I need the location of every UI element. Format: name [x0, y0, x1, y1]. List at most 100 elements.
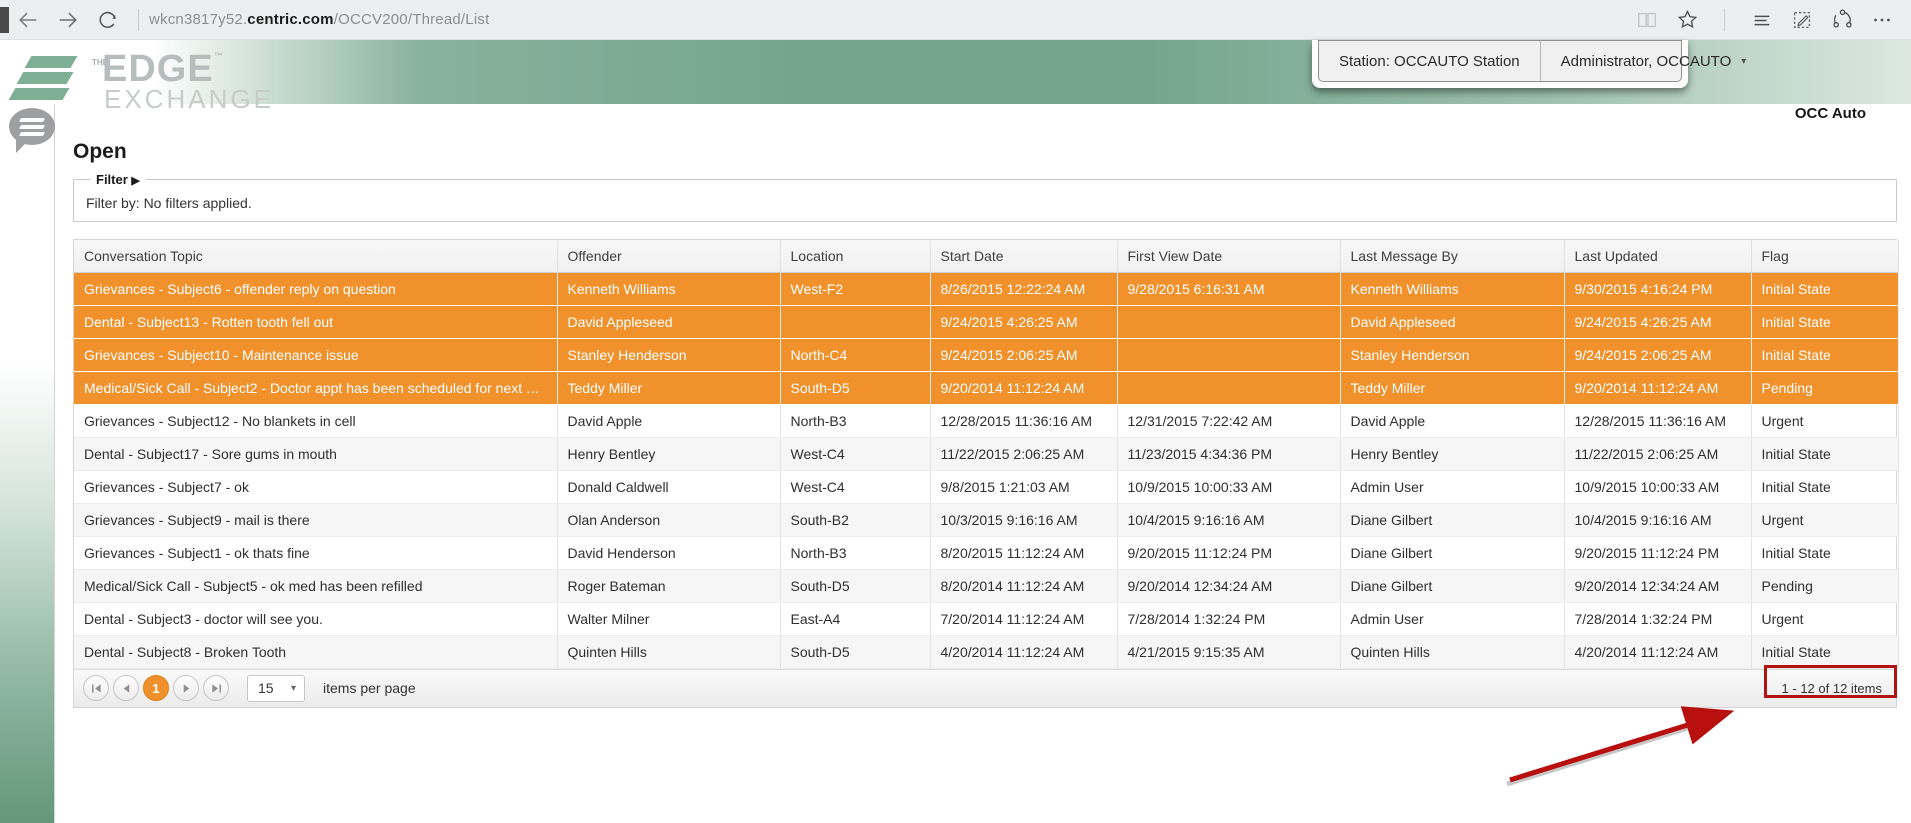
messages-bubble-icon[interactable]: [9, 108, 55, 145]
area-label: OCC Auto: [1795, 105, 1866, 122]
table-row[interactable]: Grievances - Subject7 - okDonald Caldwel…: [74, 470, 1898, 503]
table-row[interactable]: Grievances - Subject10 - Maintenance iss…: [74, 338, 1898, 371]
left-sidebar: [0, 104, 55, 823]
browser-back-button[interactable]: [8, 0, 48, 40]
column-header-first-view-date[interactable]: First View Date: [1117, 240, 1340, 272]
next-page-button[interactable]: [173, 675, 199, 701]
cell: 7/28/2014 1:32:24 PM: [1117, 602, 1340, 635]
cell: Medical/Sick Call - Subject2 - Doctor ap…: [74, 371, 557, 404]
first-page-button[interactable]: [83, 675, 109, 701]
cell: 11/23/2015 4:34:36 PM: [1117, 437, 1340, 470]
cell: Initial State: [1751, 437, 1898, 470]
browser-refresh-button[interactable]: [88, 0, 128, 40]
cell: 10/4/2015 9:16:16 AM: [1564, 503, 1751, 536]
cell: 9/20/2014 11:12:24 AM: [930, 371, 1117, 404]
logo-bars-icon: [10, 56, 74, 104]
table-row[interactable]: Grievances - Subject9 - mail is thereOla…: [74, 503, 1898, 536]
cell: Grievances - Subject7 - ok: [74, 470, 557, 503]
cell: 9/28/2015 6:16:31 AM: [1117, 272, 1340, 305]
cell: Walter Milner: [557, 602, 780, 635]
cell: West-F2: [780, 272, 930, 305]
share-icon[interactable]: [1829, 7, 1855, 33]
cell: Initial State: [1751, 272, 1898, 305]
edge-browser-window: wkcn3817y52.centric.com/OCCV200/Thread/L…: [0, 0, 1911, 823]
cell: 9/20/2015 11:12:24 PM: [1564, 536, 1751, 569]
hub-icon[interactable]: [1749, 7, 1775, 33]
cell: Initial State: [1751, 305, 1898, 338]
cell: Grievances - Subject1 - ok thats fine: [74, 536, 557, 569]
cell: Henry Bentley: [557, 437, 780, 470]
cell: Stanley Henderson: [557, 338, 780, 371]
column-header-last-updated[interactable]: Last Updated: [1564, 240, 1751, 272]
cell: Olan Anderson: [557, 503, 780, 536]
cell: Urgent: [1751, 404, 1898, 437]
table-row[interactable]: Medical/Sick Call - Subject5 - ok med ha…: [74, 569, 1898, 602]
cell: Henry Bentley: [1340, 437, 1564, 470]
cell: Grievances - Subject10 - Maintenance iss…: [74, 338, 557, 371]
cell: 10/3/2015 9:16:16 AM: [930, 503, 1117, 536]
cell: Diane Gilbert: [1340, 503, 1564, 536]
page-size-select[interactable]: 15 ▾: [247, 675, 305, 702]
cell: Teddy Miller: [1340, 371, 1564, 404]
previous-page-button[interactable]: [113, 675, 139, 701]
web-note-icon[interactable]: [1789, 7, 1815, 33]
table-row[interactable]: Dental - Subject17 - Sore gums in mouthH…: [74, 437, 1898, 470]
column-header-flag[interactable]: Flag: [1751, 240, 1898, 272]
cell: 8/20/2014 11:12:24 AM: [930, 569, 1117, 602]
column-header-conversation-topic[interactable]: Conversation Topic: [74, 240, 557, 272]
table-row[interactable]: Dental - Subject8 - Broken ToothQuinten …: [74, 635, 1898, 668]
cell: David Apple: [557, 404, 780, 437]
table-row[interactable]: Grievances - Subject12 - No blankets in …: [74, 404, 1898, 437]
cell: Dental - Subject13 - Rotten tooth fell o…: [74, 305, 557, 338]
table-row[interactable]: Grievances - Subject6 - offender reply o…: [74, 272, 1898, 305]
cell: David Apple: [1340, 404, 1564, 437]
cell: 9/20/2014 11:12:24 AM: [1564, 371, 1751, 404]
column-header-last-message-by[interactable]: Last Message By: [1340, 240, 1564, 272]
table-row[interactable]: Medical/Sick Call - Subject2 - Doctor ap…: [74, 371, 1898, 404]
items-range-label: 1 - 12 of 12 items: [1782, 681, 1896, 696]
reading-view-icon[interactable]: [1634, 7, 1660, 33]
cell: Pending: [1751, 569, 1898, 602]
cell: North-B3: [780, 404, 930, 437]
more-options-icon[interactable]: [1869, 7, 1895, 33]
filter-toggle[interactable]: Filter ▶: [90, 172, 146, 187]
cell: South-D5: [780, 635, 930, 668]
cell: Donald Caldwell: [557, 470, 780, 503]
cell: Diane Gilbert: [1340, 536, 1564, 569]
column-header-start-date[interactable]: Start Date: [930, 240, 1117, 272]
favorites-star-icon[interactable]: [1674, 7, 1700, 33]
cell: Quinten Hills: [557, 635, 780, 668]
cell: 9/8/2015 1:21:03 AM: [930, 470, 1117, 503]
browser-forward-button[interactable]: [48, 0, 88, 40]
refresh-icon: [97, 9, 119, 31]
cell: Initial State: [1751, 338, 1898, 371]
cell: 9/30/2015 4:16:24 PM: [1564, 272, 1751, 305]
cell: Urgent: [1751, 602, 1898, 635]
cell: Medical/Sick Call - Subject5 - ok med ha…: [74, 569, 557, 602]
station-selector[interactable]: Station: OCCAUTO Station: [1319, 41, 1540, 81]
cell: 11/22/2015 2:06:25 AM: [1564, 437, 1751, 470]
address-bar[interactable]: wkcn3817y52.centric.com/OCCV200/Thread/L…: [149, 11, 489, 28]
user-menu[interactable]: Administrator, OCCAUTO ▾: [1540, 41, 1767, 81]
cell: 8/20/2015 11:12:24 AM: [930, 536, 1117, 569]
pagination-bar: 1 15 ▾ items per page 1 - 12 of 12 items: [74, 669, 1896, 707]
cell: Urgent: [1751, 503, 1898, 536]
column-header-offender[interactable]: Offender: [557, 240, 780, 272]
page-1-button[interactable]: 1: [143, 675, 169, 701]
cell: Initial State: [1751, 536, 1898, 569]
cell: Grievances - Subject12 - No blankets in …: [74, 404, 557, 437]
toolbar-divider: [138, 9, 139, 31]
table-row[interactable]: Grievances - Subject1 - ok thats fineDav…: [74, 536, 1898, 569]
table-row[interactable]: Dental - Subject13 - Rotten tooth fell o…: [74, 305, 1898, 338]
items-per-page-label: items per page: [323, 680, 416, 696]
column-header-location[interactable]: Location: [780, 240, 930, 272]
filter-panel: Filter ▶ Filter by: No filters applied.: [73, 172, 1897, 222]
cell: 4/20/2014 11:12:24 AM: [1564, 635, 1751, 668]
logo-the: THE: [92, 59, 100, 66]
cell: 9/24/2015 4:26:25 AM: [930, 305, 1117, 338]
last-page-button[interactable]: [203, 675, 229, 701]
cell: 9/20/2014 12:34:24 AM: [1117, 569, 1340, 602]
cell: Teddy Miller: [557, 371, 780, 404]
table-row[interactable]: Dental - Subject3 - doctor will see you.…: [74, 602, 1898, 635]
tab-corner: [0, 7, 9, 33]
